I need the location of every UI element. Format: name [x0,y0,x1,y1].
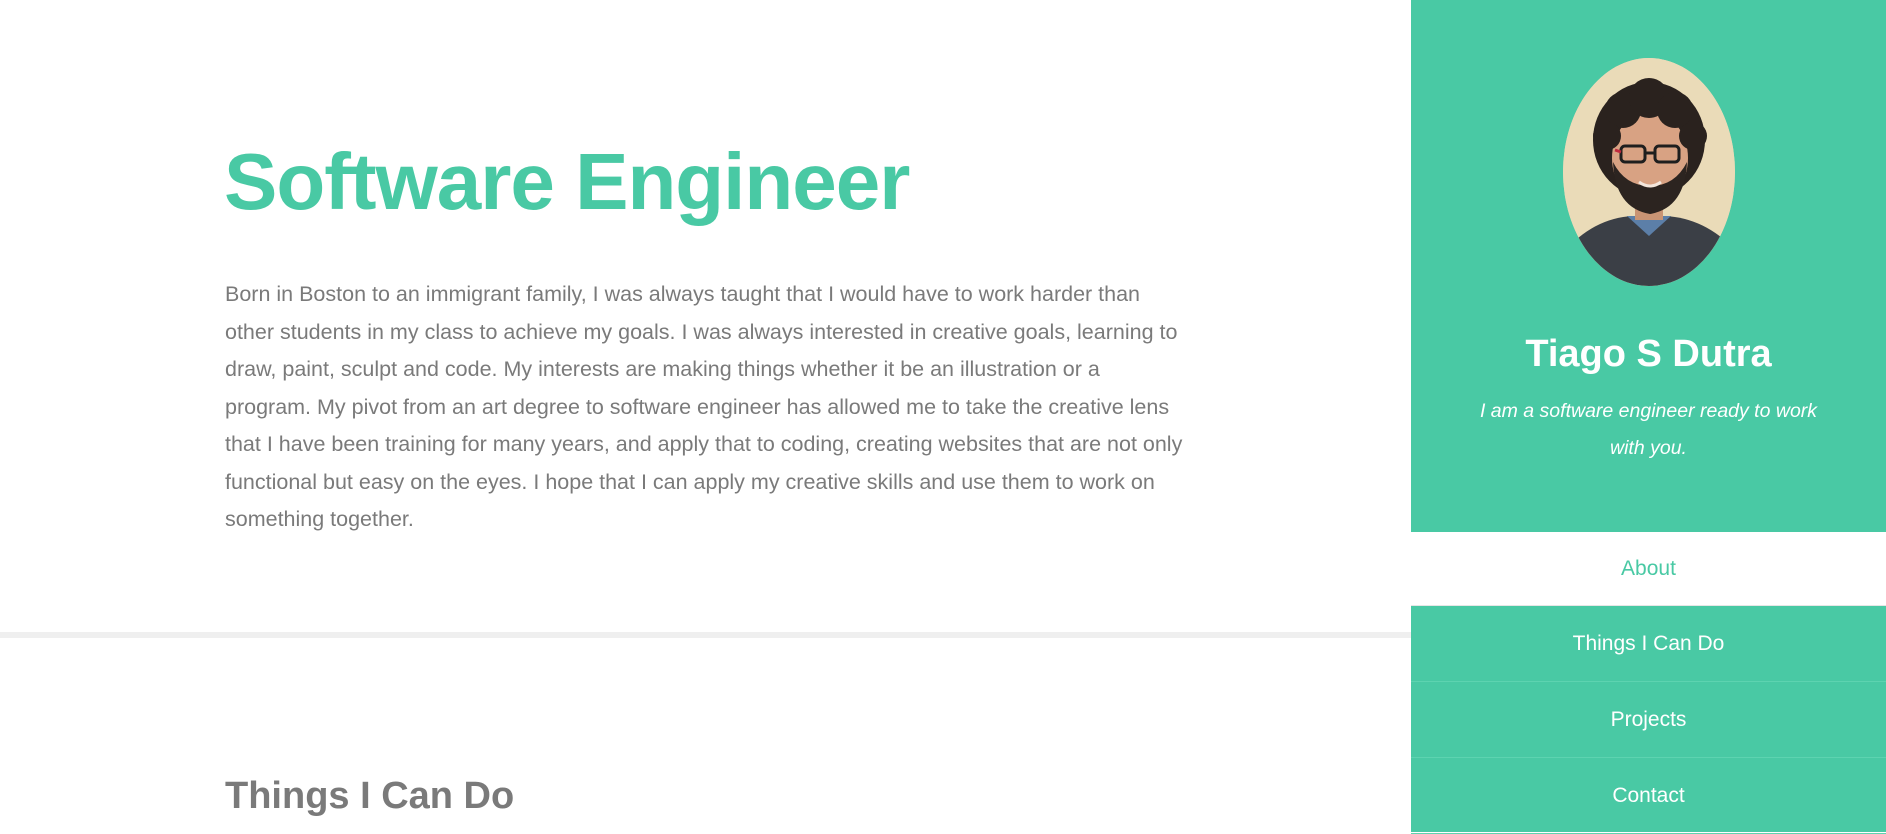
bio-paragraph: Born in Boston to an immigrant family, I… [225,282,1183,531]
profile-card: Tiago S Dutra I am a software engineer r… [1411,0,1886,532]
avatar [1563,58,1735,286]
profile-tagline: I am a software engineer ready to work w… [1479,400,1818,459]
profile-name: Tiago S Dutra [1525,333,1772,375]
page-title: Software Engineer [224,137,910,226]
about-section: Software Engineer Born in Boston to an i… [0,0,1411,632]
nav-item-things-i-can-do[interactable]: Things I Can Do [1411,606,1886,682]
nav-item-about[interactable]: About [1411,532,1886,606]
nav-item-contact[interactable]: Contact [1411,758,1886,834]
profile-photo [1563,58,1735,286]
section-divider [0,632,1411,638]
nav-item-projects[interactable]: Projects [1411,682,1886,758]
skills-section-title: Things I Can Do [225,775,515,817]
sidebar-nav: About Things I Can Do Projects Contact [1411,532,1886,834]
main-content: Software Engineer Born in Boston to an i… [0,0,1411,832]
sidebar: Tiago S Dutra I am a software engineer r… [1411,0,1886,834]
